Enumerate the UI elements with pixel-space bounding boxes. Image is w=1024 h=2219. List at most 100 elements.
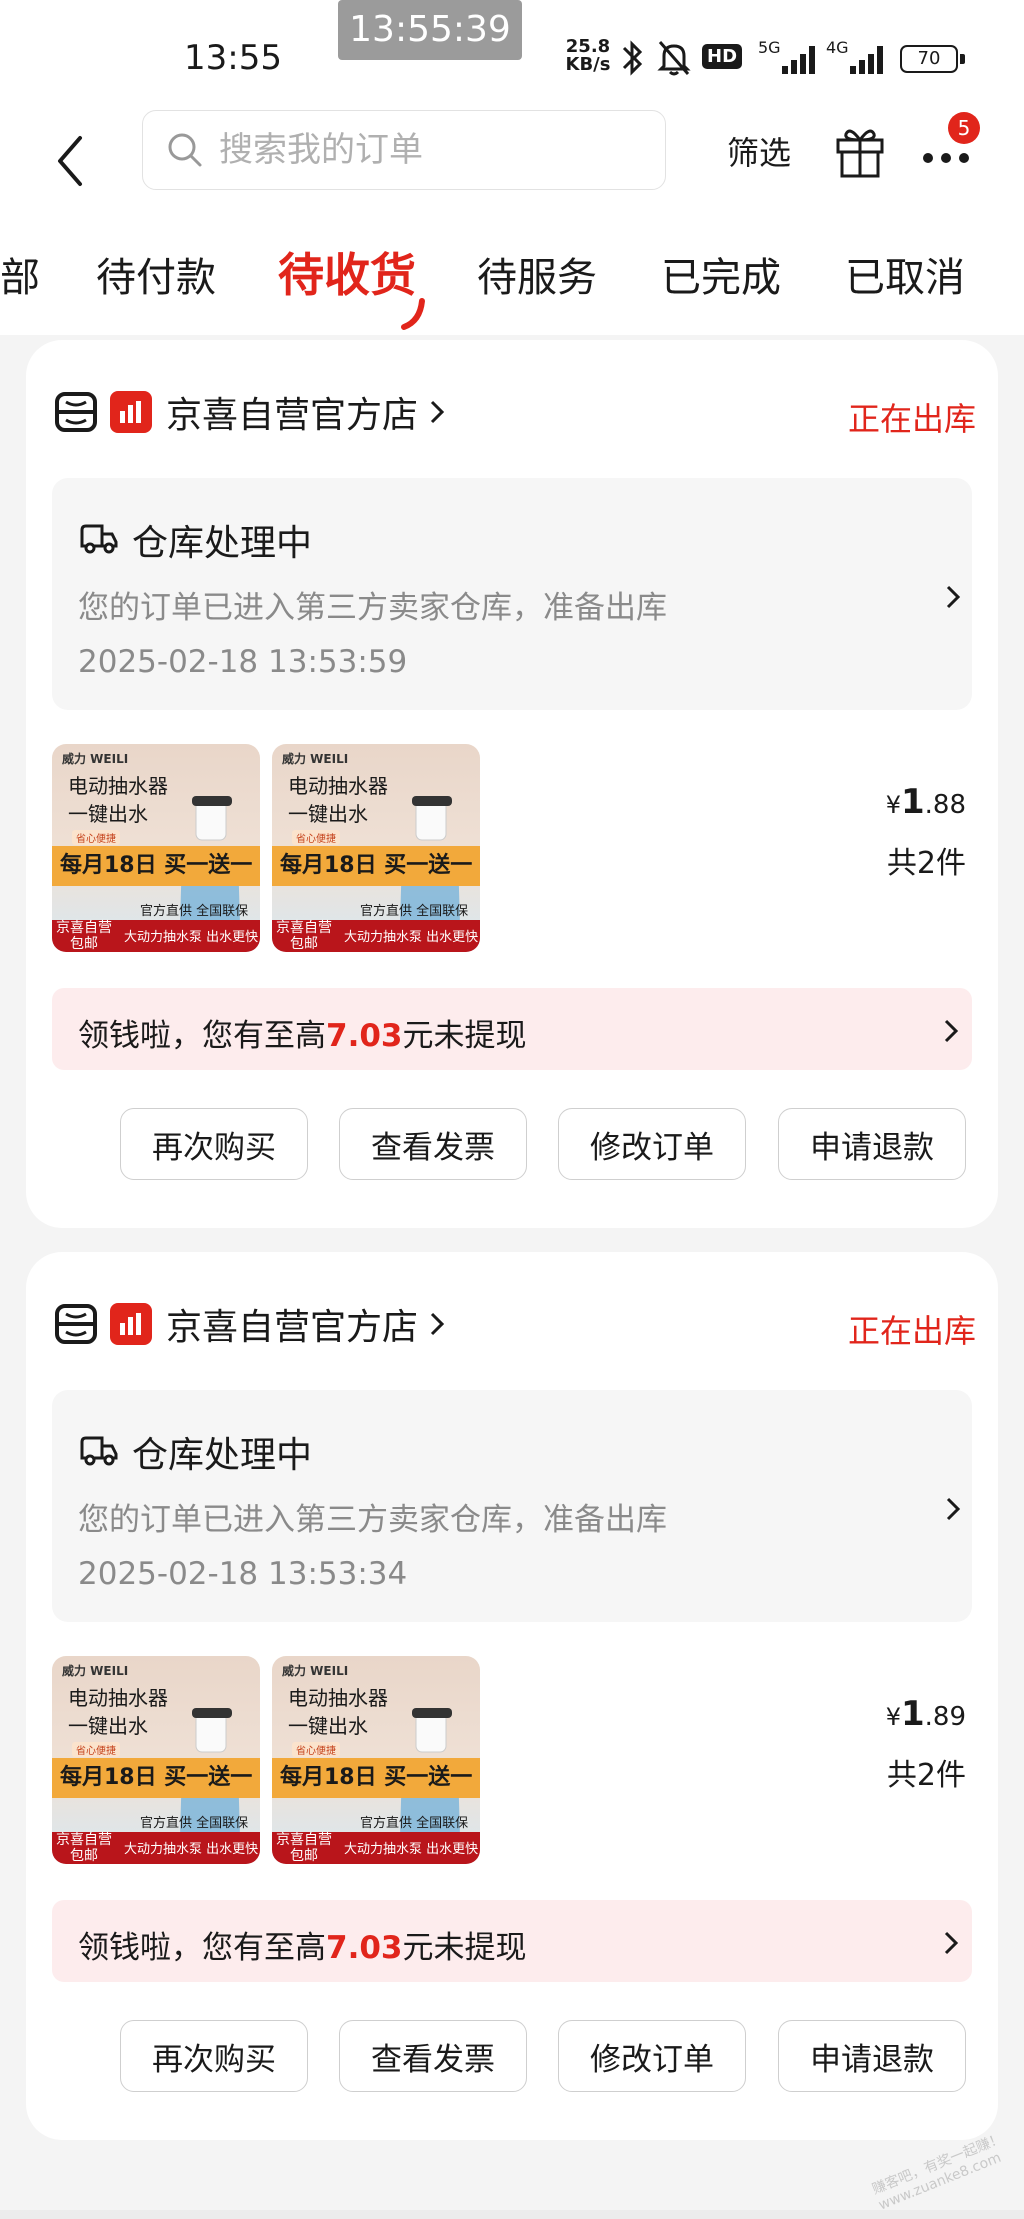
product-title-line: 电动抽水器 — [288, 774, 388, 798]
product-footer-text: 大动力抽水泵 出水更快 — [124, 930, 259, 945]
product-title: 电动抽水器 一键出水 — [68, 1684, 168, 1740]
product-brand: 威力 WEILI — [282, 752, 349, 766]
product-title-line: 电动抽水器 — [68, 774, 168, 798]
search-input[interactable] — [219, 130, 639, 170]
signal-5g-icon — [782, 46, 815, 74]
product-thumbnail[interactable]: 威力 WEILI 电动抽水器 一键出水 省心便捷 每月18日 买一送一 官方直供… — [272, 744, 480, 952]
product-footer-text: 大动力抽水泵 出水更快 — [124, 1842, 259, 1857]
tab-pending-receipt[interactable]: 待收货 — [278, 239, 416, 305]
bluetooth-icon — [622, 40, 643, 76]
request-refund-button[interactable]: 申请退款 — [778, 1108, 966, 1180]
logistics-panel[interactable]: 仓库处理中 您的订单已进入第三方卖家仓库，准备出库 2025-02-18 13:… — [52, 1390, 972, 1622]
product-footer-text: 大动力抽水泵 出水更快 — [344, 930, 479, 945]
product-tag: 省心便捷 — [292, 1742, 340, 1757]
bottom-edge — [0, 2210, 1024, 2219]
modify-order-button[interactable]: 修改订单 — [558, 2020, 746, 2092]
product-title-line: 一键出水 — [68, 802, 148, 826]
search-box[interactable] — [142, 110, 666, 190]
cash-reward-text: 领钱啦，您有至高7.03元未提现 — [78, 1922, 527, 1967]
cash-reward-banner[interactable]: 领钱啦，您有至高7.03元未提现 — [52, 988, 972, 1070]
product-thumbnail[interactable]: 威力 WEILI 电动抽水器 一键出水 省心便捷 每月18日 买一送一 官方直供… — [52, 1656, 260, 1864]
battery-indicator: 70 — [900, 45, 958, 73]
delivery-truck-icon — [80, 524, 118, 554]
mute-bell-icon — [657, 41, 691, 76]
product-tag: 省心便捷 — [292, 830, 340, 845]
cash-suffix: 元未提现 — [402, 1018, 527, 1054]
product-title-line: 一键出水 — [68, 1714, 148, 1738]
gift-icon[interactable] — [832, 120, 888, 180]
logistics-time: 2025-02-18 13:53:34 — [78, 1556, 408, 1592]
product-brand: 威力 WEILI — [62, 752, 129, 766]
chevron-right-icon — [946, 585, 961, 609]
product-footer-badge: 京喜自营 包邮 — [276, 1832, 332, 1864]
cash-amount: 7.03 — [326, 1930, 403, 1966]
search-icon — [168, 133, 202, 167]
modify-order-button[interactable]: 修改订单 — [558, 1108, 746, 1180]
product-guarantee: 官方直供 全国联保 — [360, 904, 469, 919]
product-footer: 京喜自营 包邮 大动力抽水泵 出水更快 — [52, 920, 260, 952]
tab-pending-service[interactable]: 待服务 — [477, 245, 597, 303]
logistics-title: 仓库处理中 — [132, 523, 313, 564]
tab-cancelled[interactable]: 已取消 — [845, 245, 965, 303]
order-status: 正在出库 — [847, 400, 976, 438]
price-currency: ¥ — [885, 1703, 901, 1731]
order-price: ¥1.88 — [886, 782, 966, 822]
view-invoice-button[interactable]: 查看发票 — [339, 1108, 527, 1180]
price-decimal: .89 — [924, 1702, 966, 1732]
header: 筛选 5 部 待付款 待收货 待服务 已完成 已取消 — [0, 110, 1024, 335]
product-thumbnail[interactable]: 威力 WEILI 电动抽水器 一键出水 省心便捷 每月18日 买一送一 官方直供… — [272, 1656, 480, 1864]
price-integer: 1 — [900, 1694, 925, 1734]
tab-pending-payment[interactable]: 待付款 — [96, 245, 216, 303]
cash-reward-banner[interactable]: 领钱啦，您有至高7.03元未提现 — [52, 1900, 972, 1982]
hd-voice-badge: HD — [702, 44, 743, 69]
product-guarantee: 官方直供 全国联保 — [140, 904, 249, 919]
product-footer-badge: 京喜自营 包邮 — [276, 920, 332, 952]
logistics-panel[interactable]: 仓库处理中 您的订单已进入第三方卖家仓库，准备出库 2025-02-18 13:… — [52, 478, 972, 710]
item-count: 共2件 — [886, 1758, 966, 1793]
back-arrow-icon[interactable] — [46, 126, 96, 196]
rebuy-button[interactable]: 再次购买 — [120, 1108, 308, 1180]
order-card: 京喜自营官方店 正在出库 仓库处理中 您的订单已进入第三方卖家仓库，准备出库 2… — [26, 340, 998, 1228]
product-title-line: 一键出水 — [288, 802, 368, 826]
order-price: ¥1.89 — [886, 1694, 966, 1734]
tab-all[interactable]: 部 — [0, 245, 40, 303]
shop-badge-icon — [110, 1303, 152, 1345]
order-card: 京喜自营官方店 正在出库 仓库处理中 您的订单已进入第三方卖家仓库，准备出库 2… — [26, 1252, 998, 2140]
product-title: 电动抽水器 一键出水 — [288, 1684, 388, 1740]
cash-suffix: 元未提现 — [402, 1930, 527, 1966]
shop-logo-icon — [55, 392, 97, 432]
product-promo: 每月18日 买一送一 — [272, 846, 480, 886]
chevron-right-icon — [946, 1497, 961, 1521]
notification-badge: 5 — [948, 112, 980, 144]
product-title-line: 电动抽水器 — [68, 1686, 168, 1710]
product-guarantee: 官方直供 全国联保 — [140, 1816, 249, 1831]
active-tab-indicator — [401, 298, 425, 330]
product-thumbnail[interactable]: 威力 WEILI 电动抽水器 一键出水 省心便捷 每月18日 买一送一 官方直供… — [52, 744, 260, 952]
product-tag: 省心便捷 — [72, 1742, 120, 1757]
product-promo: 每月18日 买一送一 — [52, 1758, 260, 1798]
product-guarantee: 官方直供 全国联保 — [360, 1816, 469, 1831]
product-promo: 每月18日 买一送一 — [52, 846, 260, 886]
screen-recorder-clock: 13:55:39 — [338, 0, 522, 60]
order-status: 正在出库 — [847, 1312, 976, 1350]
request-refund-button[interactable]: 申请退款 — [778, 2020, 966, 2092]
order-tabs: 部 待付款 待收货 待服务 已完成 已取消 — [0, 235, 1024, 330]
cash-reward-text: 领钱啦，您有至高7.03元未提现 — [78, 1010, 527, 1055]
product-footer-badge: 京喜自营 包邮 — [56, 1832, 112, 1864]
shop-link[interactable]: 京喜自营官方店 — [54, 1300, 448, 1348]
shop-link[interactable]: 京喜自营官方店 — [54, 388, 448, 436]
view-invoice-button[interactable]: 查看发票 — [339, 2020, 527, 2092]
product-title-line: 电动抽水器 — [288, 1686, 388, 1710]
tab-completed[interactable]: 已完成 — [661, 245, 781, 303]
filter-button[interactable]: 筛选 — [727, 128, 791, 174]
product-footer: 京喜自营 包邮 大动力抽水泵 出水更快 — [272, 1832, 480, 1864]
signal-4g-icon — [850, 46, 883, 74]
network-speed: 25.8 KB/s — [563, 38, 613, 74]
product-promo: 每月18日 买一送一 — [272, 1758, 480, 1798]
network-speed-unit: KB/s — [565, 54, 611, 75]
logistics-time: 2025-02-18 13:53:59 — [78, 644, 408, 680]
cash-prefix: 领钱啦，您有至高 — [78, 1930, 326, 1966]
chevron-right-icon — [430, 400, 445, 424]
cash-prefix: 领钱啦，您有至高 — [78, 1018, 326, 1054]
rebuy-button[interactable]: 再次购买 — [120, 2020, 308, 2092]
